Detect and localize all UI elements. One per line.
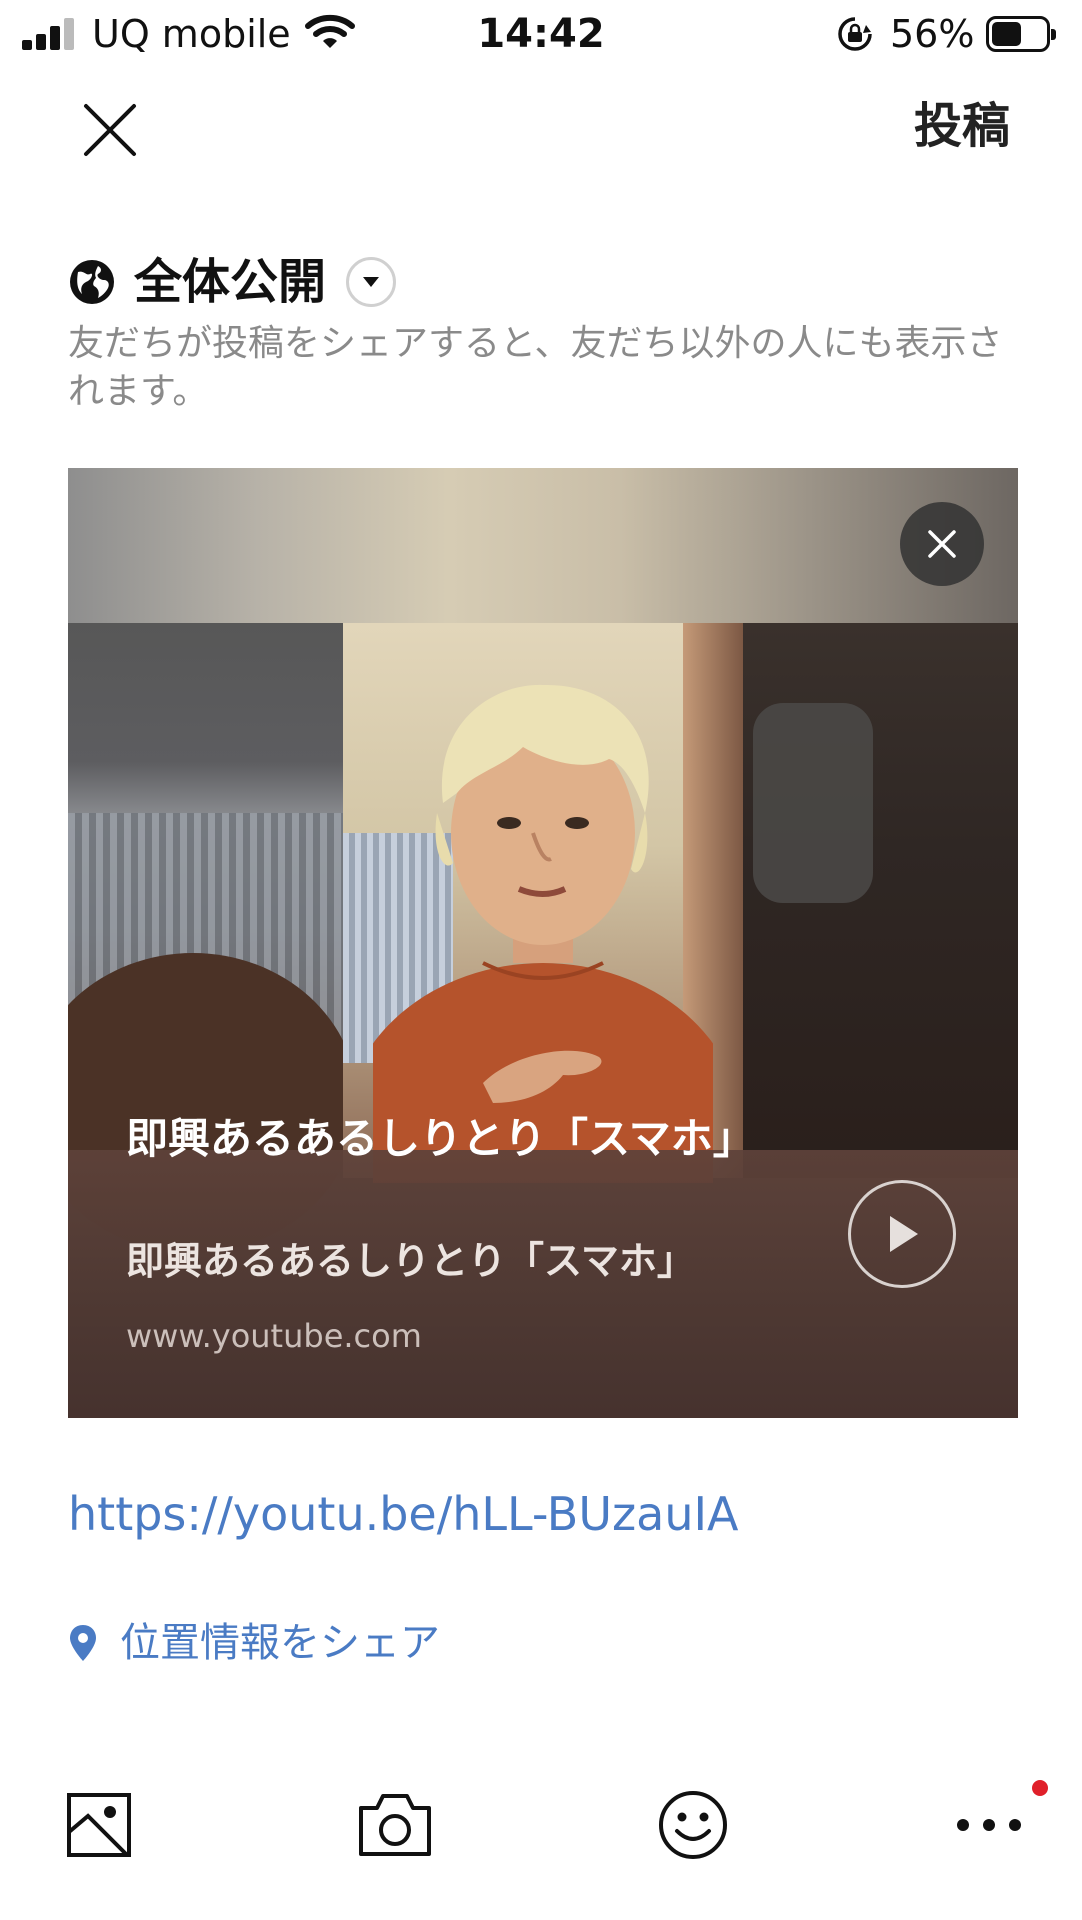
- triangle-down-icon[interactable]: [346, 257, 397, 307]
- person-image: [373, 684, 713, 1183]
- card-close-button[interactable]: [900, 502, 984, 586]
- close-icon[interactable]: [80, 100, 140, 160]
- location-label: 位置情報をシェア: [120, 1620, 440, 1666]
- image-button[interactable]: [54, 1780, 144, 1870]
- privacy-label: 全体公開: [134, 254, 327, 310]
- card-domain: www.youtube.com: [126, 1317, 422, 1355]
- more-button[interactable]: [944, 1780, 1034, 1870]
- thumbnail-top: [68, 468, 1018, 623]
- battery-percent: 56%: [890, 12, 975, 56]
- bottom-toolbar: [0, 1780, 1082, 1890]
- globe-icon: [70, 260, 114, 304]
- privacy-note: 友だちが投稿をシェアすると、友だち以外の人にも表示されます。: [68, 323, 1003, 412]
- more-icon: [957, 1819, 1021, 1831]
- play-icon[interactable]: [848, 1180, 956, 1288]
- post-button[interactable]: 投稿: [914, 98, 1010, 154]
- video-thumbnail: [68, 623, 1018, 1253]
- smiley-icon: [659, 1791, 727, 1859]
- camera-icon: [359, 1794, 431, 1856]
- close-icon: [928, 530, 956, 558]
- link-preview-card[interactable]: 即興あるあるしりとり「スマホ」 即興あるあるしりとり「スマホ」 www.yout…: [68, 468, 1018, 1418]
- rotation-lock-icon: [838, 17, 872, 51]
- camera-button[interactable]: [350, 1780, 440, 1870]
- image-icon: [67, 1793, 131, 1857]
- post-url-link[interactable]: https://youtu.be/hLL-BUzauIA: [68, 1486, 739, 1542]
- privacy-selector[interactable]: 全体公開: [68, 252, 397, 312]
- battery-icon: [986, 16, 1056, 52]
- notification-dot: [1032, 1780, 1048, 1796]
- location-pin-icon: [70, 1625, 96, 1661]
- status-bar: UQ mobile 14:42 56%: [0, 0, 1082, 72]
- card-subtitle: 即興あるあるしりとり「スマホ」: [126, 1239, 695, 1283]
- emoji-button[interactable]: [648, 1780, 738, 1870]
- card-title: 即興あるあるしりとり「スマホ」: [126, 1114, 755, 1163]
- share-location-button[interactable]: 位置情報をシェア: [68, 1618, 440, 1668]
